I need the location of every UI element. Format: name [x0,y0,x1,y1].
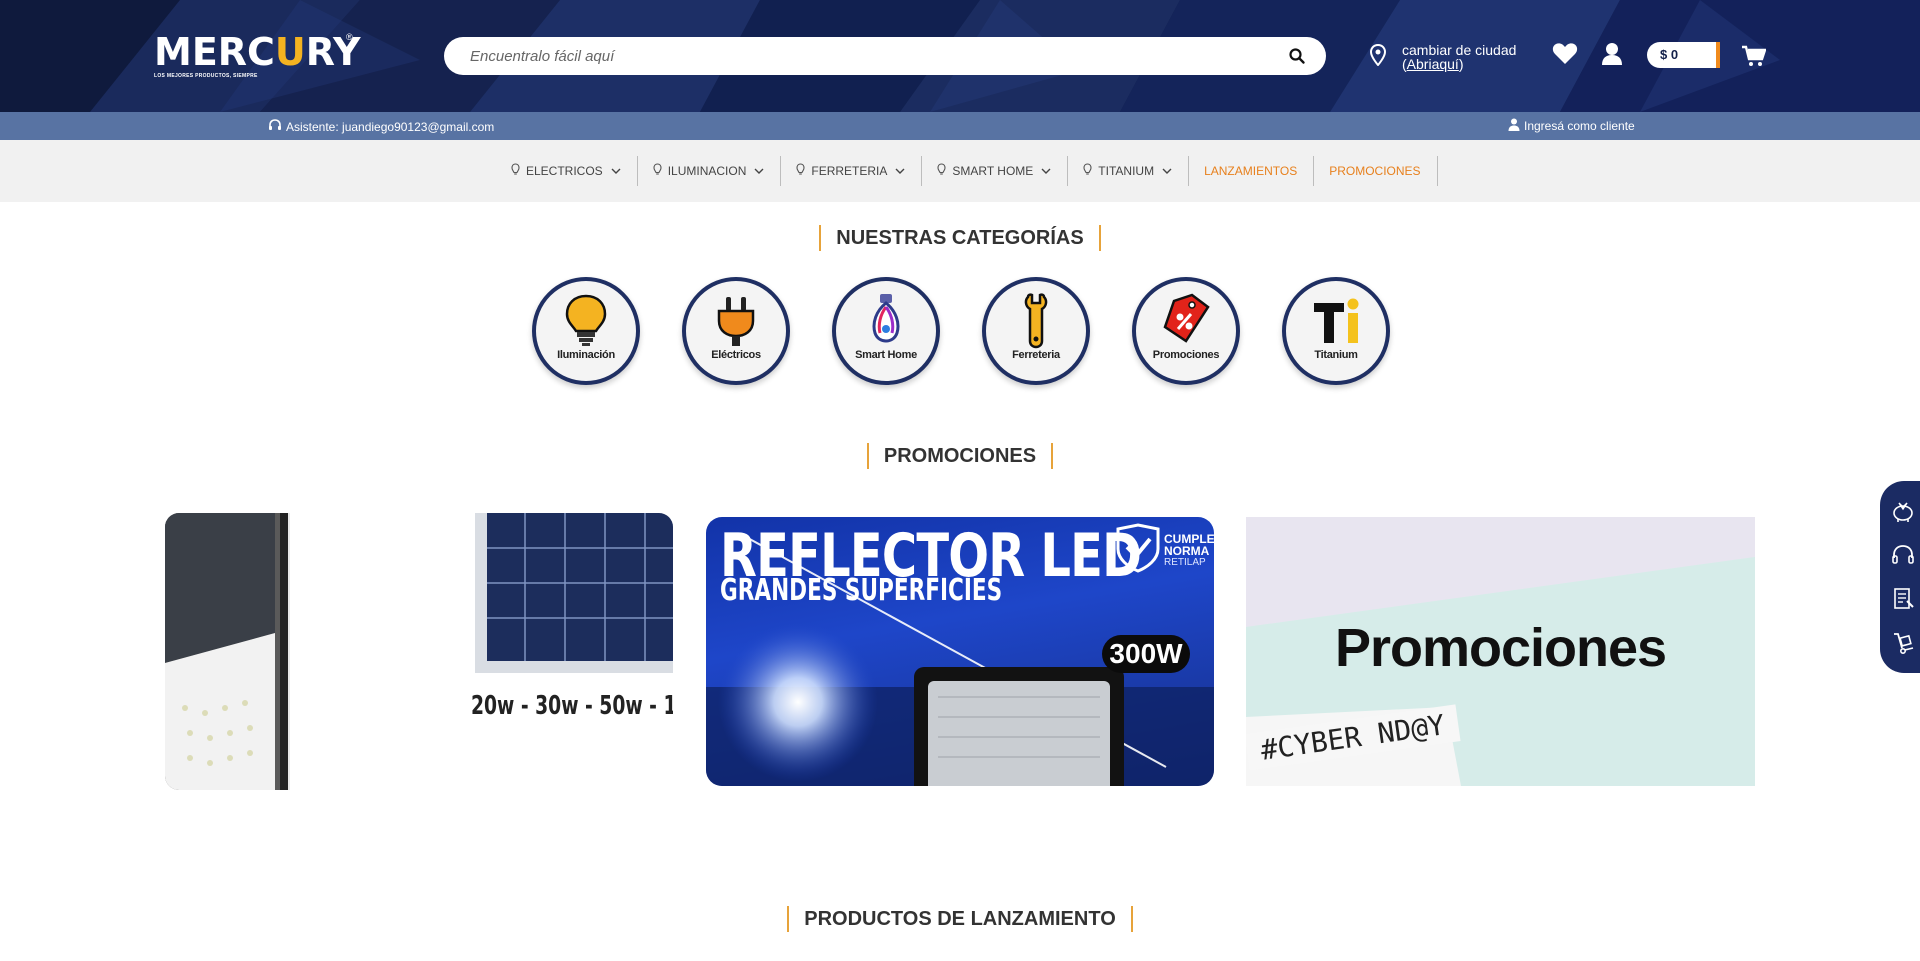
wrench-icon [1024,293,1048,349]
headset-icon[interactable] [1891,543,1915,567]
city-link[interactable]: Abriaquí [1407,56,1459,72]
bulb-icon [565,294,607,346]
floating-side-menu [1880,481,1920,673]
nav-item-lanzamientos[interactable]: LANZAMIENTOS [1189,156,1315,186]
category-smart-home[interactable]: Smart Home [832,277,940,385]
search-bar [444,37,1326,75]
nav-item-label: FERRETERIA [811,164,888,178]
nav-item-smart-home[interactable]: SMART HOME [922,156,1069,186]
promos-title: PROMOCIONES [866,443,1054,469]
bulb-small-icon [653,163,662,179]
smart-bulb-icon [872,294,900,343]
promo-banner-reflector-subtitle: GRANDES SUPERFICIES [720,573,1003,608]
search-input[interactable] [470,37,1270,75]
document-icon[interactable] [1891,587,1915,611]
nav-item-label: TITANIUM [1098,164,1155,178]
bulb-small-icon [1083,163,1092,179]
piggy-bank-icon[interactable] [1891,499,1915,523]
header: MERCURY ® LOS MEJORES PRODUCTOS, SIEMPRE… [0,0,1920,112]
assistant-email: Asistente: juandiego90123@gmail.com [286,119,495,134]
cart-icon[interactable] [1742,45,1767,72]
assistant-info: Asistente: juandiego90123@gmail.com [268,118,494,135]
nav-item-promociones[interactable]: PROMOCIONES [1314,156,1438,186]
heart-icon[interactable] [1552,42,1578,71]
category-label: Eléctricos [711,349,761,361]
promos-section-title: PROMOCIONES [0,443,1920,469]
promo-banner-promociones[interactable]: Promociones #CYBER ND@Y [1246,517,1755,786]
client-login-label: Ingresá como cliente [1524,119,1635,133]
client-login-link[interactable]: Ingresá como cliente [1508,118,1635,134]
nav-items: ELECTRICOS ILUMINACION FERRETERIA SMART HOM… [496,156,1438,186]
retilap-badge: CUMPLE NORMA RETILAP [1164,532,1214,568]
nav-item-label: SMART HOME [952,164,1034,178]
user-small-icon [1508,118,1520,134]
current-city: (Abriaquí) [1402,56,1464,72]
plug-icon [717,297,755,346]
category-ferreteria[interactable]: Ferreteria [982,277,1090,385]
nav-item-label: PROMOCIONES [1329,164,1421,178]
tag-icon [1163,293,1210,343]
location-pin-icon [1369,43,1387,71]
promo-banner-solar[interactable]: 20w - 30w - 50w - 10 [165,513,673,790]
promo-banner-reflector[interactable]: REFLECTOR LED GRANDES SUPERFICIES CUMPLE… [706,517,1214,786]
nav-item-label: ELECTRICOS [526,164,603,178]
categories-title: NUESTRAS CATEGORÍAS [819,225,1101,251]
chevron-down-icon [895,168,905,174]
categories-section-title: NUESTRAS CATEGORÍAS [0,225,1920,251]
logo-text: MERCURY [154,30,361,74]
main-nav: ELECTRICOS ILUMINACION FERRETERIA SMART HOM… [0,140,1920,202]
category-promociones[interactable]: Promociones [1132,277,1240,385]
nav-item-label: LANZAMIENTOS [1204,164,1298,178]
info-bar: Asistente: juandiego90123@gmail.com Ingr… [0,112,1920,140]
launch-title: PRODUCTOS DE LANZAMIENTO [787,906,1133,932]
headset-icon [268,118,282,135]
category-iluminacion[interactable]: Iluminación [532,277,640,385]
search-icon[interactable] [1288,47,1306,65]
category-label: Smart Home [855,349,917,361]
promo-banner-solar-watts: 20w - 30w - 50w - 10 [471,691,673,721]
hand-truck-icon[interactable] [1891,631,1915,655]
user-icon[interactable] [1601,42,1623,71]
chevron-down-icon [611,168,621,174]
promo-banner-promociones-title: Promociones [1334,618,1667,678]
bulb-small-icon [796,163,805,179]
promo-banner-reflector-watt: 300W [1102,635,1190,673]
category-label: Ferreteria [1012,349,1060,361]
logo-registered-mark: ® [346,32,353,42]
cart-total[interactable]: $ 0 [1647,42,1720,68]
category-label: Iluminación [557,349,615,361]
nav-item-ferreteria[interactable]: FERRETERIA [781,156,923,186]
nav-item-titanium[interactable]: TITANIUM [1068,156,1190,186]
category-label: Promociones [1152,349,1220,361]
cart-total-value: $ 0 [1660,47,1679,62]
solar-lamp-image [165,513,673,790]
mercury-logo[interactable]: MERCURY ® LOS MEJORES PRODUCTOS, SIEMPRE [154,32,360,82]
nav-item-iluminacion[interactable]: ILUMINACION [638,156,782,186]
categories-list: Iluminación Eléctricos Smart Home Ferret… [532,277,1392,387]
titanium-icon [1314,298,1359,343]
chevron-down-icon [754,168,764,174]
chevron-down-icon [1162,168,1172,174]
nav-item-electricos[interactable]: ELECTRICOS [496,156,638,186]
category-electricos[interactable]: Eléctricos [682,277,790,385]
category-titanium[interactable]: Titanium [1282,277,1390,385]
nav-item-label: ILUMINACION [667,164,747,178]
category-label: Titanium [1314,349,1358,361]
launch-section-title: PRODUCTOS DE LANZAMIENTO [0,906,1920,932]
chevron-down-icon [1041,168,1051,174]
bulb-small-icon [511,163,520,179]
bulb-small-icon [937,163,946,179]
